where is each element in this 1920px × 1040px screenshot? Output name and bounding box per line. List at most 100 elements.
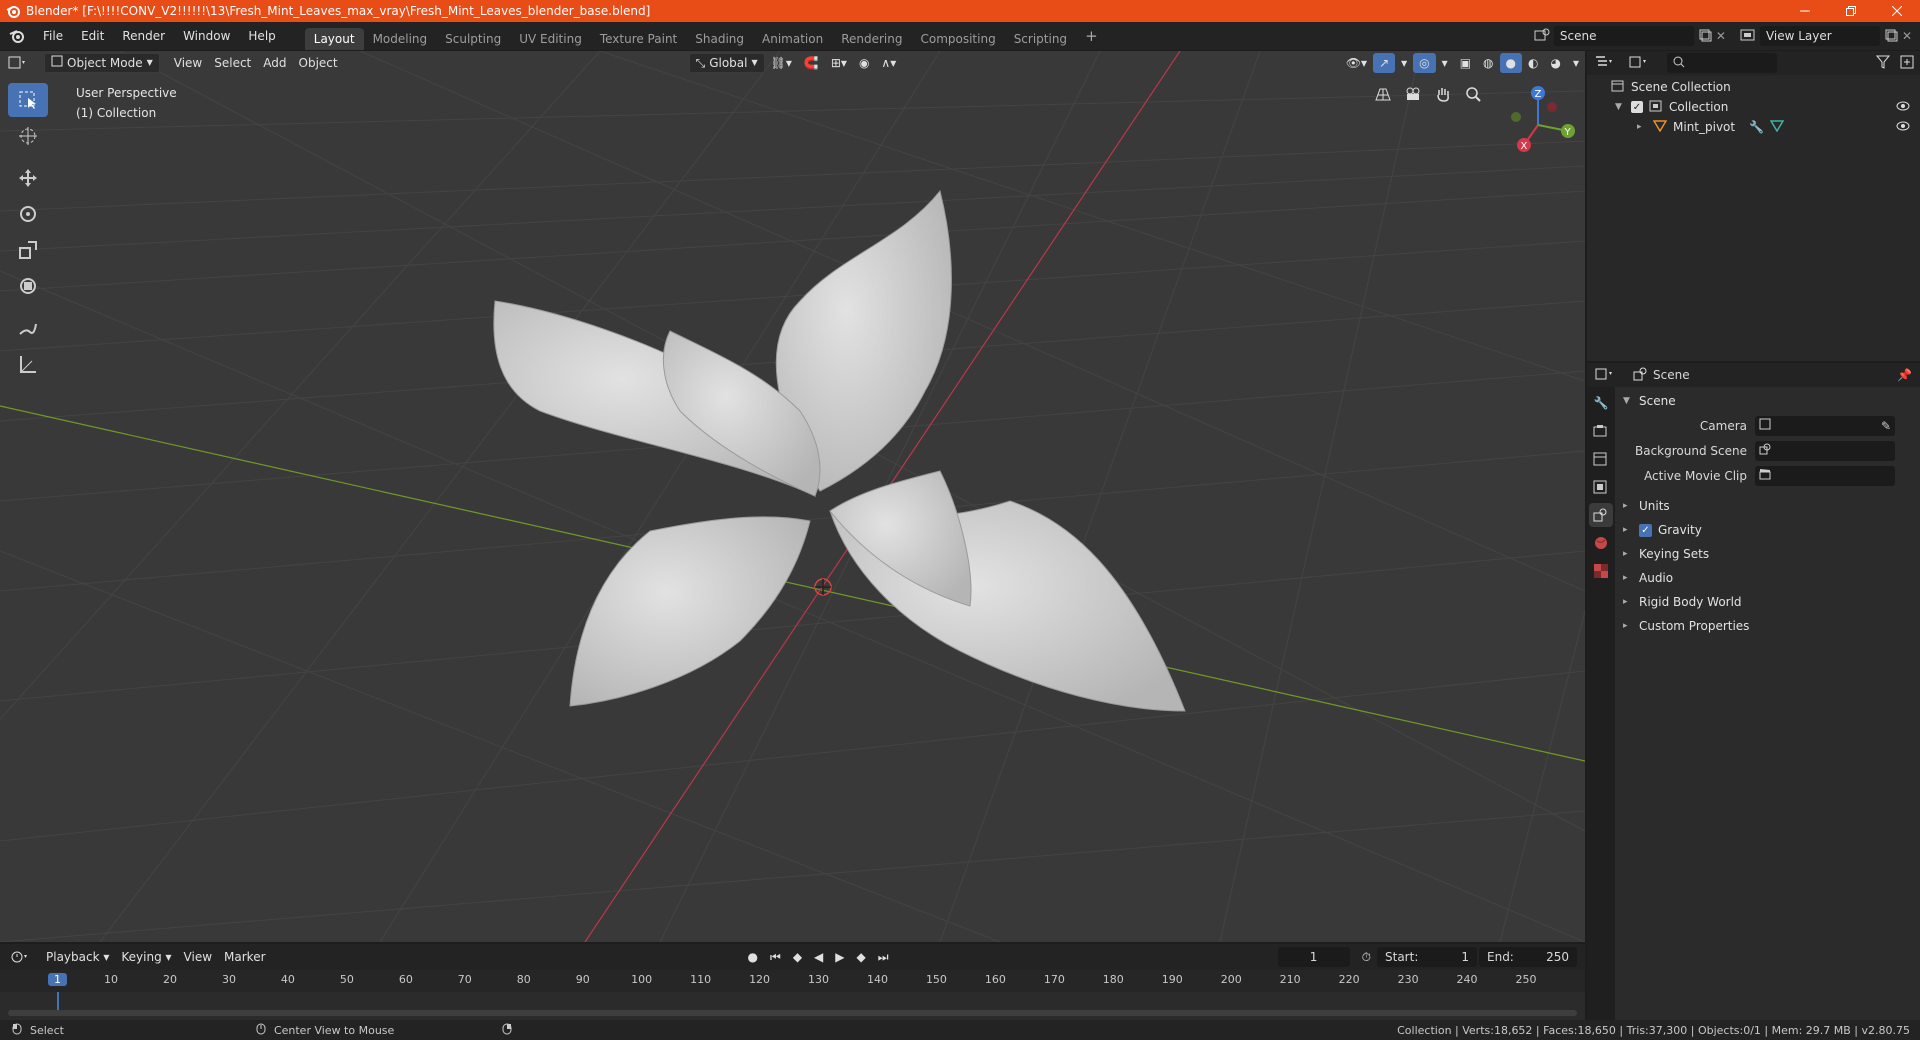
record-icon[interactable]: ● bbox=[742, 947, 764, 967]
outliner-scene-collection[interactable]: Scene Collection bbox=[1587, 77, 1920, 97]
3d-viewport[interactable]: Object Mode ▼ View Select Add Object ⤡ G… bbox=[0, 51, 1585, 942]
scale-tool-icon[interactable] bbox=[8, 233, 48, 267]
background-scene-field[interactable] bbox=[1755, 440, 1895, 461]
scene-field[interactable]: Scene bbox=[1553, 26, 1694, 46]
timeline-editor-icon[interactable] bbox=[0, 950, 40, 964]
outliner-object-row[interactable]: ▸ Mint_pivot 🔧 bbox=[1587, 117, 1920, 137]
menu-render[interactable]: Render bbox=[113, 26, 174, 46]
shading-dropdown-icon[interactable]: ▾ bbox=[1567, 53, 1585, 73]
prev-keyframe-icon[interactable]: ◆ bbox=[787, 947, 808, 967]
current-frame-field[interactable]: 1 bbox=[1277, 947, 1350, 967]
timeline-track-area[interactable] bbox=[0, 992, 1585, 1020]
properties-editor-icon[interactable] bbox=[1595, 367, 1613, 384]
menu-help[interactable]: Help bbox=[239, 26, 284, 46]
rotate-tool-icon[interactable] bbox=[8, 197, 48, 231]
expand-object-icon[interactable]: ▸ bbox=[1637, 122, 1647, 132]
transform-tool-icon[interactable] bbox=[8, 269, 48, 303]
custom-properties-section-header[interactable]: ▸ Custom Properties bbox=[1615, 614, 1920, 638]
eyedropper-icon[interactable]: ✎ bbox=[1881, 419, 1891, 433]
solid-shading-icon[interactable]: ● bbox=[1499, 53, 1522, 73]
snap-icon[interactable]: 🧲 bbox=[798, 53, 825, 73]
gizmo-toggle-icon[interactable]: ↗ bbox=[1373, 53, 1396, 73]
gravity-checkbox[interactable]: ✓ bbox=[1639, 523, 1652, 537]
gravity-section-header[interactable]: ▸ ✓ Gravity bbox=[1615, 518, 1920, 542]
tab-sculpting[interactable]: Sculpting bbox=[436, 28, 510, 50]
timeline-menu-marker[interactable]: Marker bbox=[218, 947, 271, 967]
output-tab-icon[interactable] bbox=[1589, 447, 1613, 471]
blender-menu-icon[interactable] bbox=[0, 28, 34, 44]
audio-section-header[interactable]: ▸ Audio bbox=[1615, 566, 1920, 590]
filter-icon[interactable] bbox=[1875, 55, 1894, 72]
menu-file[interactable]: File bbox=[34, 26, 72, 46]
texture-tab-icon[interactable] bbox=[1589, 559, 1613, 583]
play-reverse-icon[interactable]: ◀ bbox=[808, 947, 829, 967]
view-layer-field[interactable]: View Layer bbox=[1759, 26, 1880, 46]
measure-tool-icon[interactable] bbox=[8, 347, 48, 381]
collection-visibility-eye-icon[interactable] bbox=[1896, 100, 1910, 114]
tab-uv-editing[interactable]: UV Editing bbox=[510, 28, 591, 50]
outliner-editor-icon[interactable] bbox=[1595, 55, 1613, 72]
object-visibility-eye-icon[interactable] bbox=[1896, 120, 1910, 134]
transform-orientation-dropdown[interactable]: ⤡ Global ▼ bbox=[688, 53, 765, 73]
pan-hand-icon[interactable] bbox=[1430, 81, 1456, 107]
gizmo-dropdown-icon[interactable]: ▾ bbox=[1395, 53, 1413, 73]
delete-view-layer-icon[interactable]: ✕ bbox=[1902, 29, 1912, 43]
3d-cursor-icon[interactable] bbox=[814, 578, 832, 596]
movie-clip-field[interactable] bbox=[1755, 465, 1895, 486]
toggle-ortho-icon[interactable] bbox=[1370, 81, 1396, 107]
display-mode-icon[interactable] bbox=[1629, 55, 1647, 72]
tool-tab-icon[interactable]: 🔧 bbox=[1589, 391, 1613, 415]
render-tab-icon[interactable] bbox=[1589, 419, 1613, 443]
units-section-header[interactable]: ▸ Units bbox=[1615, 494, 1920, 518]
collection-checkbox[interactable]: ✓ bbox=[1631, 101, 1643, 113]
tab-scripting[interactable]: Scripting bbox=[1005, 28, 1076, 50]
end-frame-field[interactable]: End: 250 bbox=[1479, 947, 1577, 967]
view-layer-icon[interactable] bbox=[1740, 28, 1756, 45]
timeline-ruler[interactable]: 1 10 20 30 40 50 60 70 80 90 100 110 120 130 140 150 160… bbox=[0, 970, 1585, 992]
expand-collection-icon[interactable]: ▼ bbox=[1615, 102, 1625, 112]
xray-icon[interactable]: ▣ bbox=[1454, 53, 1477, 73]
neg-x-axis-handle[interactable] bbox=[1547, 102, 1557, 112]
close-window-icon[interactable] bbox=[1874, 0, 1920, 22]
tab-rendering[interactable]: Rendering bbox=[832, 28, 911, 50]
mesh-data-icon[interactable] bbox=[1769, 119, 1785, 135]
move-tool-icon[interactable] bbox=[8, 161, 48, 195]
add-workspace-icon[interactable]: + bbox=[1076, 26, 1107, 46]
cursor-tool-icon[interactable] bbox=[8, 119, 48, 153]
modifier-wrench-icon[interactable]: 🔧 bbox=[1749, 120, 1764, 134]
overlays-dropdown-icon[interactable]: ▾ bbox=[1436, 53, 1454, 73]
new-collection-icon[interactable] bbox=[1900, 55, 1914, 72]
timeline-scrollbar[interactable] bbox=[8, 1010, 1577, 1016]
delete-scene-icon[interactable]: ✕ bbox=[1716, 29, 1726, 43]
minimize-icon[interactable] bbox=[1782, 0, 1828, 22]
scene-selector-icon[interactable] bbox=[1534, 28, 1550, 45]
start-frame-field[interactable]: Start: 1 bbox=[1377, 947, 1477, 967]
pin-icon[interactable]: 📌 bbox=[1897, 368, 1912, 382]
new-view-layer-icon[interactable] bbox=[1884, 28, 1898, 45]
keying-sets-section-header[interactable]: ▸ Keying Sets bbox=[1615, 542, 1920, 566]
axis-orientation-gizmo[interactable]: Z Y X bbox=[1496, 83, 1585, 166]
tab-layout[interactable]: Layout bbox=[304, 28, 364, 50]
jump-end-icon[interactable]: ⏭ bbox=[872, 947, 895, 967]
material-shading-icon[interactable]: ◐ bbox=[1522, 53, 1544, 73]
select-box-tool-icon[interactable] bbox=[8, 83, 48, 117]
preview-range-clock-icon[interactable]: ⏱ bbox=[1356, 947, 1377, 967]
rendered-shading-icon[interactable]: ◕ bbox=[1544, 53, 1566, 73]
play-icon[interactable]: ▶ bbox=[829, 947, 850, 967]
scene-section-header[interactable]: ▼ Scene bbox=[1615, 389, 1920, 413]
overlays-icon[interactable]: ◎ bbox=[1413, 53, 1436, 73]
mint-leaves-mesh[interactable] bbox=[493, 189, 1186, 712]
wireframe-shading-icon[interactable]: ◍ bbox=[1477, 53, 1499, 73]
timeline-menu-keying[interactable]: Keying ▾ bbox=[115, 947, 177, 967]
world-tab-icon[interactable] bbox=[1589, 531, 1613, 555]
tab-texture-paint[interactable]: Texture Paint bbox=[591, 28, 686, 50]
viewport-menu-add[interactable]: Add bbox=[257, 53, 292, 73]
tab-animation[interactable]: Animation bbox=[753, 28, 832, 50]
pivot-point-icon[interactable]: ⛓▾ bbox=[765, 53, 798, 73]
editor-type-icon[interactable] bbox=[0, 56, 34, 70]
restore-icon[interactable] bbox=[1828, 0, 1874, 22]
next-keyframe-icon[interactable]: ◆ bbox=[851, 947, 872, 967]
tab-compositing[interactable]: Compositing bbox=[911, 28, 1004, 50]
camera-view-icon[interactable] bbox=[1400, 81, 1426, 107]
viewport-menu-object[interactable]: Object bbox=[293, 53, 344, 73]
